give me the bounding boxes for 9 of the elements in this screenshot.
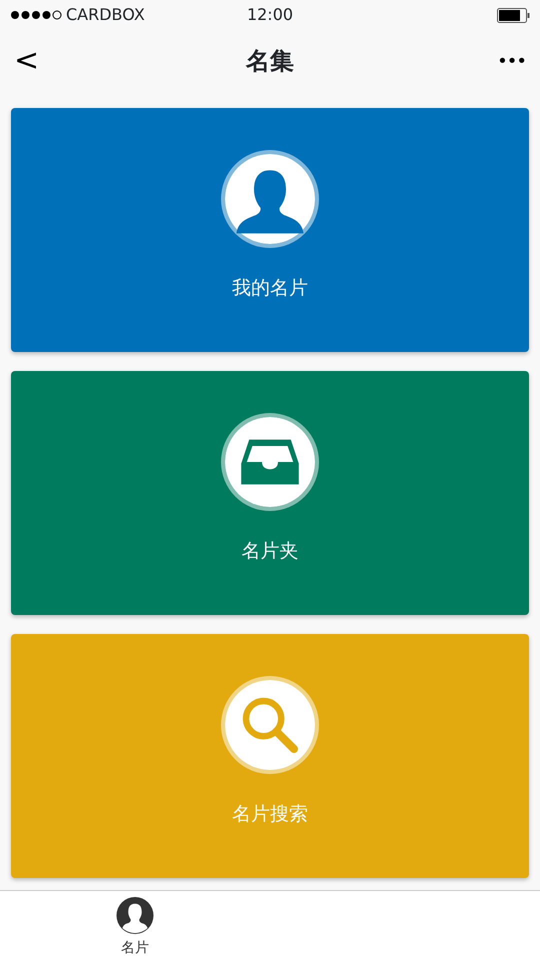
carrier-name: CARDBOX — [66, 4, 145, 26]
page-title: 名集 — [246, 46, 294, 77]
back-button[interactable]: < — [14, 46, 40, 76]
clock-time: 12:00 — [246, 4, 294, 26]
signal-icon — [10, 10, 62, 20]
more-button[interactable]: ••• — [497, 48, 526, 74]
battery-icon — [497, 8, 530, 22]
menu-card[interactable]: 名片夹 — [11, 371, 529, 615]
menu-card[interactable]: 我的名片 — [11, 108, 529, 352]
